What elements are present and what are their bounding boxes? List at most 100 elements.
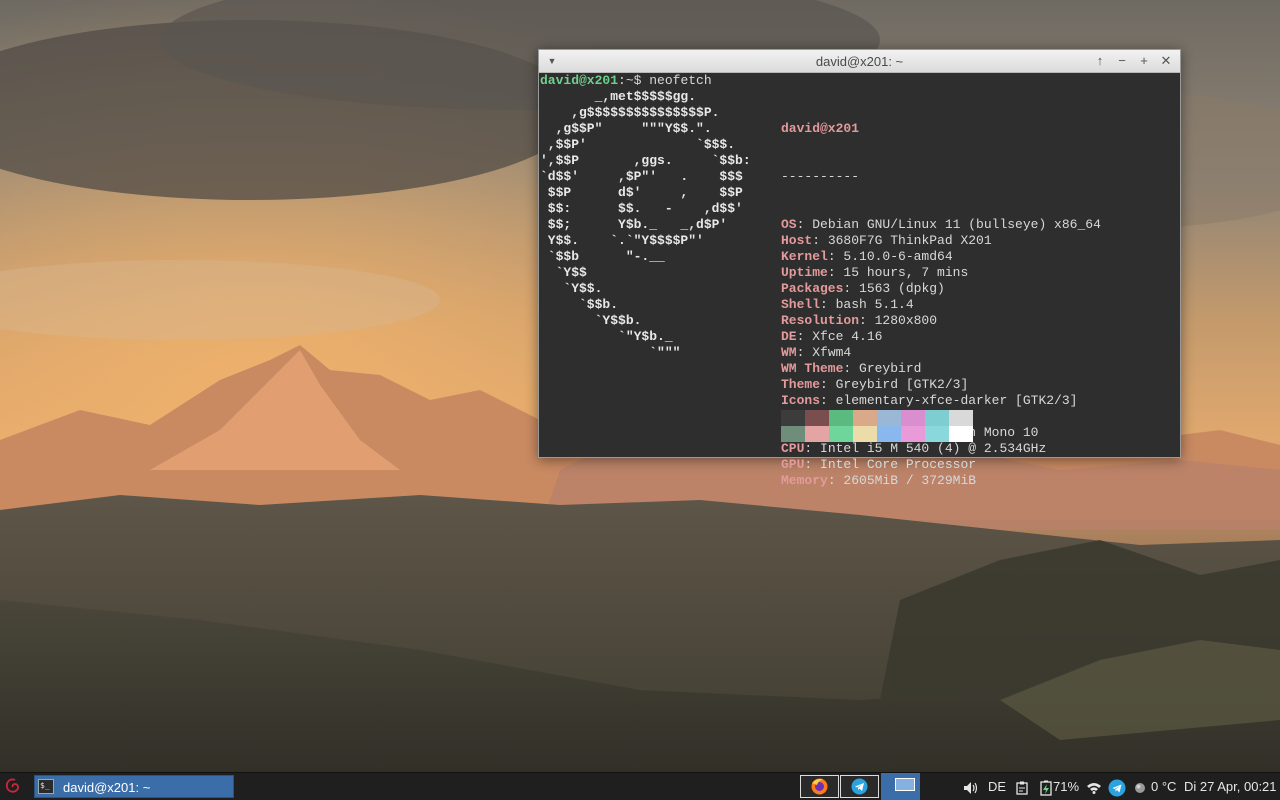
prompt-path: :~$ [618, 73, 650, 88]
info-key: Packages [781, 281, 844, 296]
maximize-icon[interactable]: + [1136, 52, 1152, 70]
palette-swatch [877, 410, 901, 426]
close-icon[interactable]: ✕ [1158, 52, 1174, 70]
info-key: Icons [781, 393, 821, 408]
info-value: Xfwm4 [812, 345, 852, 360]
info-row: CPU: Intel i5 M 540 (4) @ 2.534GHz [781, 441, 1047, 456]
info-value: 2605MiB / 3729MiB [843, 473, 977, 488]
info-row: Icons: elementary-xfce-darker [GTK2/3] [781, 393, 1078, 408]
battery-icon[interactable] [1040, 773, 1054, 800]
battery-percentage: 71% [1053, 779, 1080, 794]
palette-swatch [853, 410, 877, 426]
logo-line: _,met$$$$$gg. [540, 89, 697, 104]
info-key: Theme [781, 377, 821, 392]
terminal-content[interactable]: david@x201:~$ neofetch _,met$$$$$gg. ,g$… [540, 73, 1180, 488]
clock[interactable]: Di 27 Apr, 00:21 [1184, 773, 1277, 800]
logo-line: ,g$$$$$$$$$$$$$$$P. [540, 105, 720, 120]
palette-swatch [829, 426, 853, 442]
workspace-switcher[interactable] [881, 773, 920, 800]
info-key: WM [781, 345, 797, 360]
info-row: Host: 3680F7G ThinkPad X201 [781, 233, 992, 248]
info-key: Resolution [781, 313, 860, 328]
info-value: bash 5.1.4 [835, 297, 914, 312]
logo-line: `$$b. [540, 297, 619, 312]
info-value: Greybird [GTK2/3] [835, 377, 969, 392]
taskbar: $_ david@x201: ~ DE 71% 0 °C Di 27 Apr, [0, 772, 1280, 800]
palette-swatch [805, 426, 829, 442]
info-key: Shell [781, 297, 821, 312]
logo-line: `d$$' ,$P"' . $$$ [540, 169, 743, 184]
logo-line: Y$$. `.`"Y$$$$P"' [540, 233, 704, 248]
system-info: david@x201 ---------- OS: Debian GNU/Lin… [781, 89, 1101, 521]
palette-swatch [901, 426, 925, 442]
logo-line: ,$$P' `$$$. [540, 137, 736, 152]
window-title: david@x201: ~ [815, 54, 904, 69]
info-value: 3680F7G ThinkPad X201 [827, 233, 992, 248]
keep-above-icon[interactable]: ↑ [1092, 52, 1108, 70]
clipboard-icon[interactable] [1016, 773, 1030, 800]
logo-line: `"Y$b._ [540, 329, 673, 344]
logo-line: $$; Y$b._ _,d$P' [540, 217, 728, 232]
logo-line: `$$b "-.__ [540, 249, 665, 264]
taskbar-task-terminal[interactable]: $_ david@x201: ~ [34, 775, 234, 798]
window-titlebar[interactable]: ▼ david@x201: ~ ↑ − + ✕ [539, 50, 1180, 73]
palette-swatch [829, 410, 853, 426]
logo-line: ',$$P ,ggs. `$$b: [540, 153, 751, 168]
info-value: 5.10.0-6-amd64 [843, 249, 953, 264]
minimize-icon[interactable]: − [1114, 52, 1130, 70]
telegram-tray-icon[interactable] [1108, 773, 1128, 800]
info-value: Intel Core Processor [820, 457, 977, 472]
info-key: Uptime [781, 265, 828, 280]
terminal-icon: $_ [38, 779, 54, 794]
info-row: Packages: 1563 (dpkg) [781, 281, 945, 296]
info-row: DE: Xfce 4.16 [781, 329, 883, 344]
info-value: 15 hours, 7 mins [843, 265, 969, 280]
info-separator: ---------- [781, 169, 860, 184]
palette-swatch [853, 426, 877, 442]
info-row: GPU: Intel Core Processor [781, 457, 977, 472]
info-key: Kernel [781, 249, 828, 264]
info-key: GPU [781, 457, 805, 472]
palette-swatch [901, 410, 925, 426]
palette-swatch [925, 410, 949, 426]
terminal-prompt: david@x201:~$ neofetch [540, 73, 712, 89]
debian-menu-icon[interactable] [4, 777, 22, 795]
palette-swatch [925, 426, 949, 442]
prompt-user: david@x201 [540, 73, 619, 88]
prompt-command: neofetch [649, 73, 712, 88]
logo-line: `Y$$. [540, 281, 603, 296]
volume-icon[interactable] [962, 773, 980, 800]
info-value: Xfce 4.16 [812, 329, 883, 344]
terminal-window[interactable]: ▼ david@x201: ~ ↑ − + ✕ david@x201:~$ ne… [538, 49, 1181, 488]
color-palette [781, 410, 973, 442]
info-row: Uptime: 15 hours, 7 mins [781, 265, 969, 280]
task-label: david@x201: ~ [63, 780, 151, 795]
info-row: OS: Debian GNU/Linux 11 (bullseye) x86_6… [781, 217, 1101, 232]
palette-swatch [877, 426, 901, 442]
logo-line: `""" [540, 345, 681, 360]
temperature: 0 °C [1151, 779, 1177, 794]
debian-ascii-logo: _,met$$$$$gg. ,g$$$$$$$$$$$$$$$P. ,g$$P"… [540, 89, 751, 361]
info-value: 1280x800 [874, 313, 938, 328]
palette-swatch [949, 410, 973, 426]
info-row: Memory: 2605MiB / 3729MiB [781, 473, 977, 488]
workspace-1-thumbnail[interactable] [895, 778, 915, 791]
info-row: Kernel: 5.10.0-6-amd64 [781, 249, 953, 264]
wifi-icon[interactable] [1086, 773, 1102, 800]
info-row: Resolution: 1280x800 [781, 313, 938, 328]
info-key: CPU [781, 441, 805, 456]
logo-line: `Y$$ [540, 265, 587, 280]
logo-line: `Y$$b. [540, 313, 642, 328]
info-value: Greybird [859, 361, 922, 376]
palette-swatch [805, 410, 829, 426]
weather-icon[interactable] [1134, 773, 1148, 800]
telegram-icon [851, 778, 868, 795]
info-row: Theme: Greybird [GTK2/3] [781, 377, 969, 392]
info-key: OS [781, 217, 797, 232]
logo-line: ,g$$P" """Y$$.". [540, 121, 712, 136]
info-key: Memory [781, 473, 828, 488]
telegram-launcher[interactable] [840, 775, 879, 798]
firefox-icon [811, 778, 828, 795]
keyboard-layout[interactable]: DE [988, 773, 1006, 800]
firefox-launcher[interactable] [800, 775, 839, 798]
